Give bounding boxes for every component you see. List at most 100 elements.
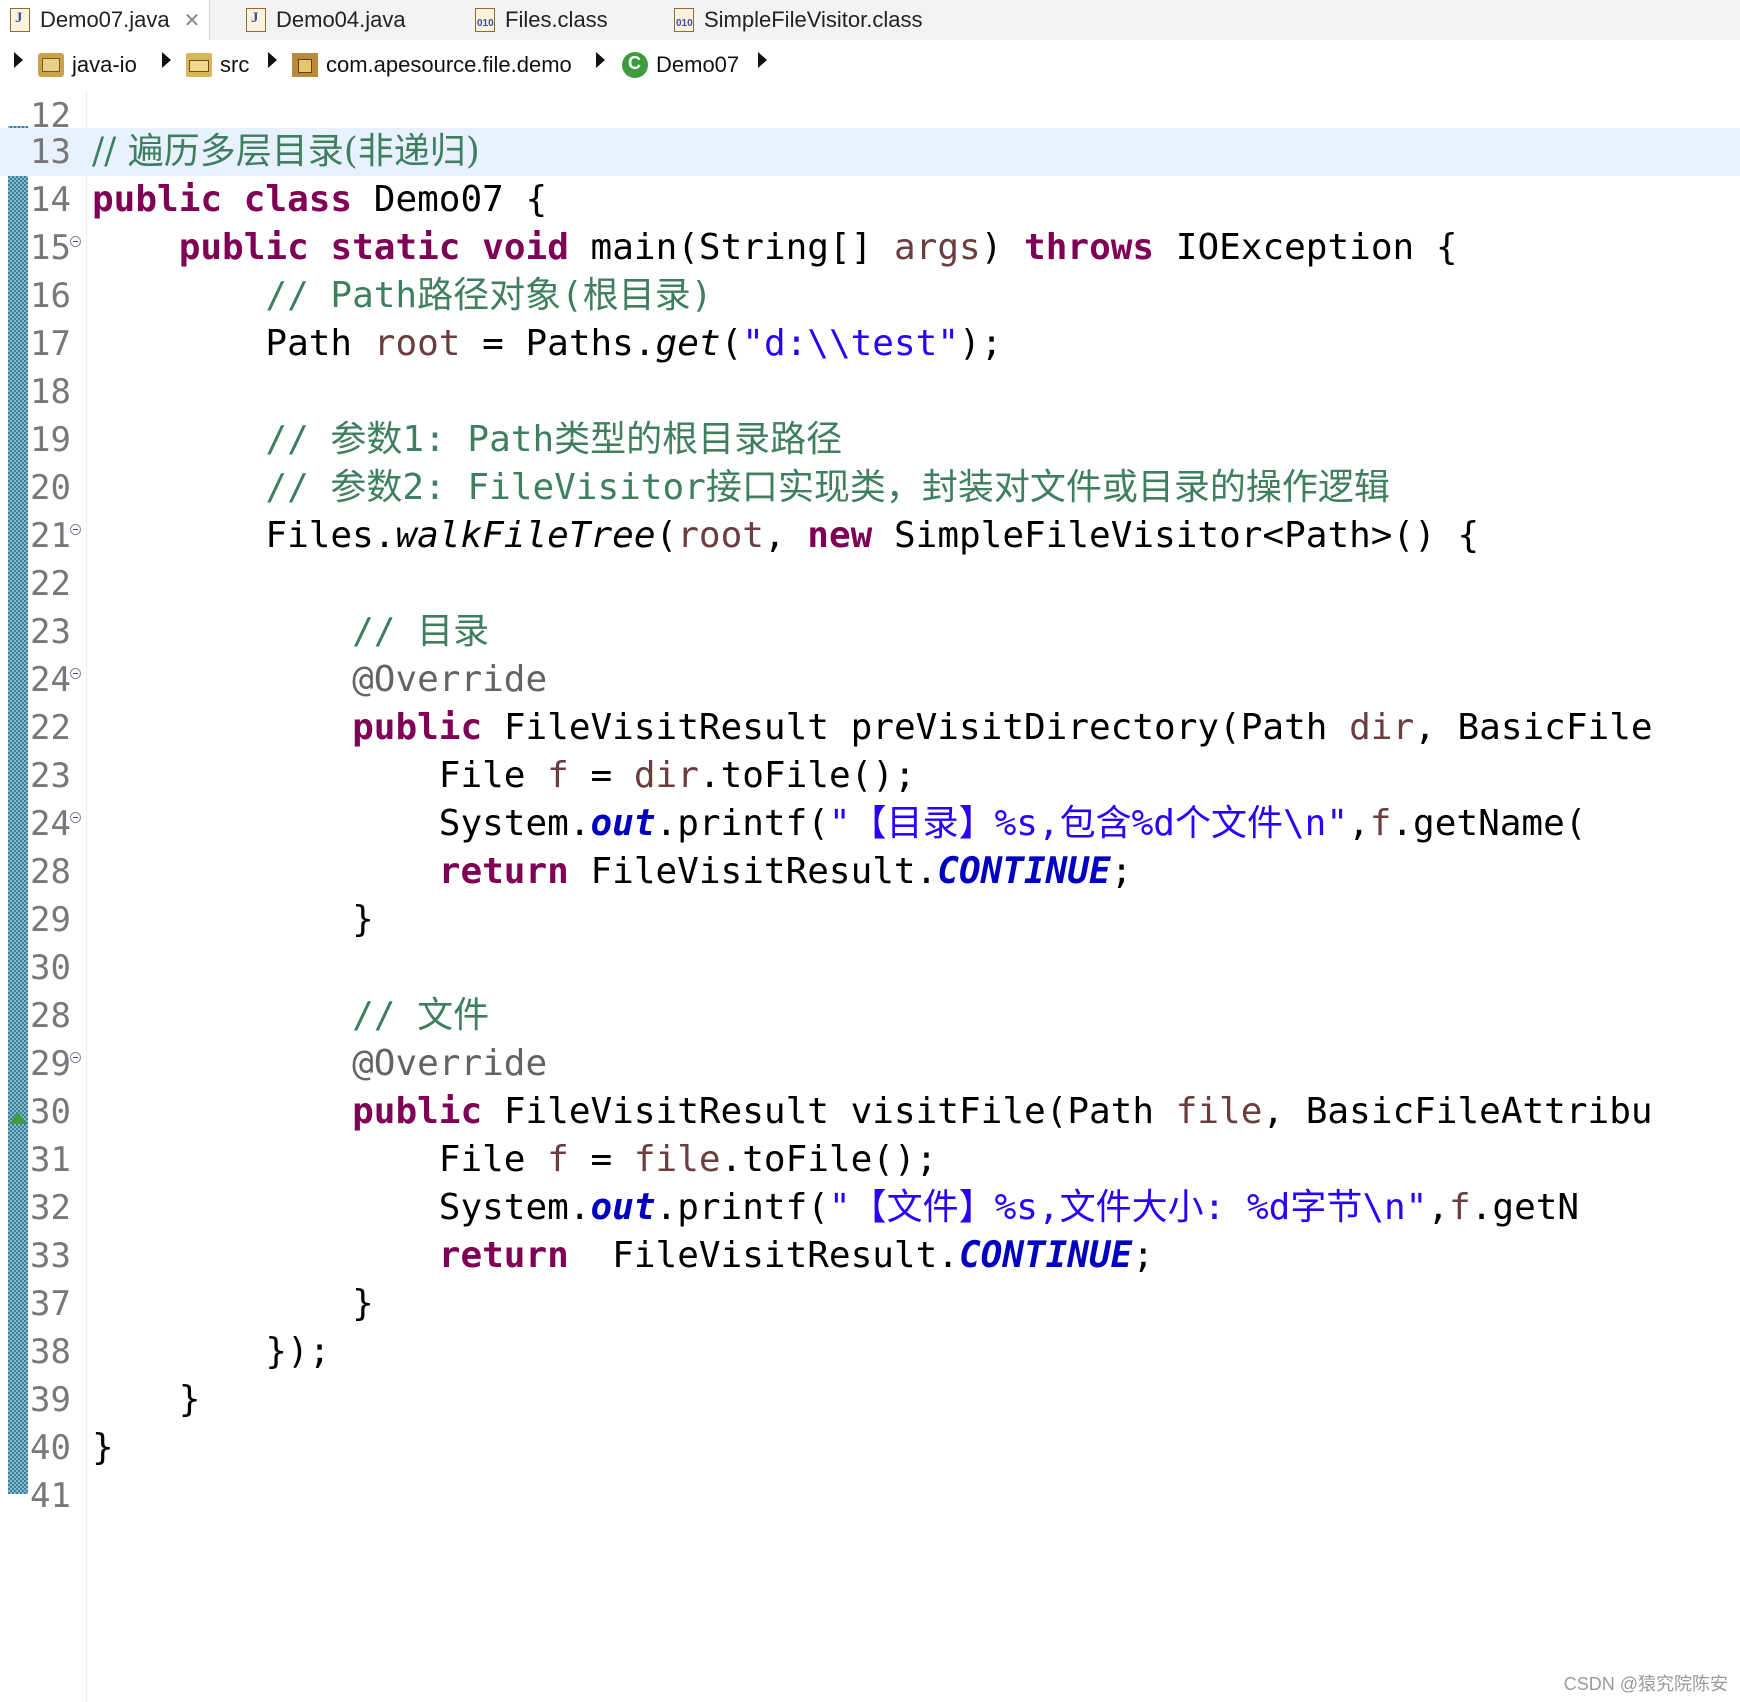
- watermark-text: CSDN @猿究院陈安: [1563, 1674, 1728, 1694]
- fold-collapse-icon[interactable]: [70, 524, 81, 535]
- tab-label: Demo07.java: [40, 7, 170, 32]
- tab-files-class[interactable]: 010 Files.class: [465, 0, 645, 40]
- code-text: }: [92, 899, 374, 940]
- breadcrumb-src-label: src: [220, 52, 250, 77]
- code-text: // 遍历多层目录(非递归): [92, 131, 480, 172]
- line-number: 23: [30, 612, 71, 652]
- breadcrumb-package[interactable]: com.apesource.file.demo: [292, 52, 572, 78]
- breadcrumb-separator[interactable]: [596, 52, 605, 68]
- line-number: 30: [30, 948, 71, 988]
- tab-label: SimpleFileVisitor.class: [704, 7, 923, 32]
- code-line-current: 13 // 遍历多层目录(非递归): [0, 128, 1740, 176]
- line-number: 39: [30, 1380, 71, 1420]
- line-number: 29: [30, 900, 71, 940]
- chevron-right-icon: [596, 52, 605, 68]
- chevron-right-icon: [162, 52, 171, 68]
- line-number: 19: [30, 420, 71, 460]
- code-line: 38 });: [0, 1328, 1740, 1376]
- code-text: public FileVisitResult preVisitDirectory…: [352, 707, 1653, 748]
- tab-simplefilevisitor-class[interactable]: 010 SimpleFileVisitor.class: [664, 0, 964, 40]
- code-text: System.out.printf("【文件】%s,文件大小: %d字节\n",…: [92, 1187, 1580, 1228]
- line-number: 22: [30, 708, 71, 748]
- code-line: 21 Files.walkFileTree(root, new SimpleFi…: [0, 512, 1740, 560]
- code-text: public class Demo07 {: [92, 179, 548, 220]
- code-line: 40 }: [0, 1424, 1740, 1472]
- package-icon: [292, 53, 318, 77]
- source-folder-icon: [186, 53, 212, 77]
- code-line: 18: [0, 368, 1740, 416]
- tab-demo07-java[interactable]: J Demo07.java ✕: [0, 0, 210, 40]
- line-number: 31: [30, 1140, 71, 1180]
- breadcrumb-class[interactable]: Demo07: [622, 52, 739, 78]
- code-text: Files.walkFileTree(root, new SimpleFileV…: [92, 515, 1480, 556]
- code-line: 14 public class Demo07 {: [0, 176, 1740, 224]
- code-line: 29 @Override: [0, 1040, 1740, 1088]
- code-text: public FileVisitResult visitFile(Path fi…: [352, 1091, 1653, 1132]
- code-line: 20 // 参数2: FileVisitor接口实现类，封装对文件或目录的操作逻…: [0, 464, 1740, 512]
- line-number: 24: [30, 660, 71, 700]
- code-text: File f = dir.toFile();: [92, 755, 916, 796]
- code-text: @Override: [352, 659, 548, 700]
- breadcrumb-expand[interactable]: [14, 52, 23, 68]
- java-file-icon: J: [246, 8, 266, 32]
- code-line: 28 return FileVisitResult.CONTINUE;: [0, 848, 1740, 896]
- line-number: 41: [30, 1476, 71, 1516]
- code-text: }: [92, 1379, 201, 1420]
- line-number: 17: [30, 324, 71, 364]
- code-line: 37 }: [0, 1280, 1740, 1328]
- code-line: 28 // 文件: [0, 992, 1740, 1040]
- breadcrumb-separator[interactable]: [268, 52, 277, 68]
- project-folder-icon: [38, 53, 64, 77]
- code-line: 39 }: [0, 1376, 1740, 1424]
- breadcrumb-separator[interactable]: [162, 52, 171, 68]
- breadcrumb-package-label: com.apesource.file.demo: [326, 52, 572, 77]
- code-text: File f = file.toFile();: [92, 1139, 938, 1180]
- code-text: return FileVisitResult.CONTINUE;: [438, 851, 1133, 892]
- code-line: 41: [0, 1472, 1740, 1520]
- code-line: 33 return FileVisitResult.CONTINUE;: [0, 1232, 1740, 1280]
- code-line: 16 // Path路径对象(根目录): [0, 272, 1740, 320]
- fold-collapse-icon[interactable]: [70, 668, 81, 679]
- breadcrumb-src[interactable]: src: [186, 52, 249, 78]
- tab-demo04-java[interactable]: J Demo04.java: [236, 0, 446, 40]
- class-file-icon: 010: [475, 8, 495, 32]
- close-icon[interactable]: ✕: [184, 8, 201, 33]
- editor-tab-bar: J Demo07.java ✕ J Demo04.java 010 Files.…: [0, 0, 1740, 41]
- code-text: });: [92, 1331, 331, 1372]
- breadcrumb: java-io src com.apesource.file.demo Demo…: [0, 40, 1740, 90]
- breadcrumb-project[interactable]: java-io: [38, 52, 137, 78]
- fold-collapse-icon[interactable]: [70, 1052, 81, 1063]
- code-line: 30: [0, 944, 1740, 992]
- code-line: 24 @Override: [0, 656, 1740, 704]
- line-number: 18: [30, 372, 71, 412]
- code-line: 29 }: [0, 896, 1740, 944]
- line-number: 22: [30, 564, 71, 604]
- fold-collapse-icon[interactable]: [70, 236, 81, 247]
- line-number: 24: [30, 804, 71, 844]
- line-number: 32: [30, 1188, 71, 1228]
- code-text: }: [92, 1427, 114, 1468]
- line-number: 28: [30, 996, 71, 1036]
- breadcrumb-class-label: Demo07: [656, 52, 740, 77]
- code-text: public static void main(String[] args) t…: [178, 227, 1458, 268]
- line-number: 29: [30, 1044, 71, 1084]
- code-text: System.out.printf("【目录】%s,包含%d个文件\n",f.g…: [92, 803, 1587, 844]
- fold-collapse-icon[interactable]: [70, 812, 81, 823]
- code-text: @Override: [352, 1043, 548, 1084]
- code-line: 15 public static void main(String[] args…: [0, 224, 1740, 272]
- code-line: 31 File f = file.toFile();: [0, 1136, 1740, 1184]
- code-line: 22: [0, 560, 1740, 608]
- tab-label: Files.class: [505, 7, 608, 32]
- breadcrumb-separator[interactable]: [758, 52, 767, 68]
- line-number: 16: [30, 276, 71, 316]
- line-number: 33: [30, 1236, 71, 1276]
- code-line: 19 // 参数1: Path类型的根目录路径: [0, 416, 1740, 464]
- code-text: // 参数2: FileVisitor接口实现类，封装对文件或目录的操作逻辑: [265, 467, 1390, 508]
- line-number: 21: [30, 516, 71, 556]
- code-line: 22 public FileVisitResult preVisitDirect…: [0, 704, 1740, 752]
- line-number: 30: [30, 1092, 71, 1132]
- code-line: 30 public FileVisitResult visitFile(Path…: [0, 1088, 1740, 1136]
- chevron-right-icon: [268, 52, 277, 68]
- breadcrumb-project-label: java-io: [72, 52, 137, 77]
- class-icon: [622, 52, 648, 78]
